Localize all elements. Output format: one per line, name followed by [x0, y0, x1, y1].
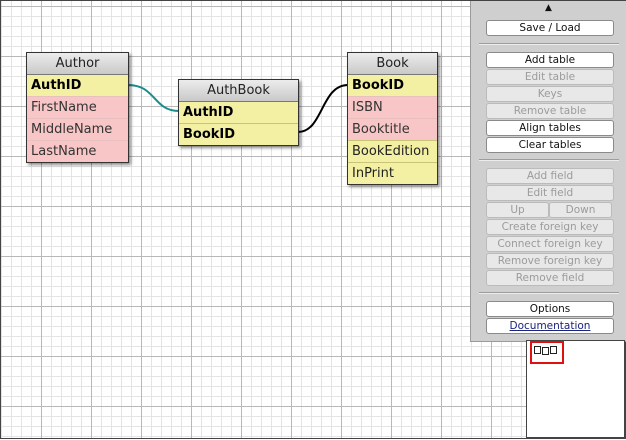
move-down-button[interactable]: Down: [549, 202, 612, 218]
field-row[interactable]: ISBN: [348, 96, 437, 118]
edit-table-button[interactable]: Edit table: [486, 69, 614, 85]
add-field-button[interactable]: Add field: [486, 168, 614, 184]
create-foreign-key-button[interactable]: Create foreign key: [486, 219, 614, 235]
clear-tables-button[interactable]: Clear tables: [486, 137, 614, 153]
minimap-table-author: [534, 346, 541, 354]
relation-author-authbook[interactable]: [127, 84, 180, 112]
edit-field-button[interactable]: Edit field: [486, 185, 614, 201]
table-authbook[interactable]: AuthBook AuthID BookID: [178, 79, 299, 146]
divider: [479, 43, 619, 45]
add-table-button[interactable]: Add table: [486, 52, 614, 68]
remove-field-button[interactable]: Remove field: [486, 270, 614, 286]
field-row[interactable]: Booktitle: [348, 118, 437, 140]
minimap-viewport[interactable]: [530, 341, 564, 364]
field-row[interactable]: LastName: [27, 140, 128, 162]
connect-foreign-key-button[interactable]: Connect foreign key: [486, 236, 614, 252]
field-row[interactable]: MiddleName: [27, 118, 128, 140]
minimap[interactable]: [526, 340, 625, 438]
control-panel: ▲ Save / Load Add table Edit table Keys …: [470, 1, 626, 342]
move-up-button[interactable]: Up: [486, 202, 549, 218]
field-row[interactable]: BookEdition: [348, 140, 437, 162]
field-row[interactable]: BookID: [348, 75, 437, 96]
collapse-arrow-icon[interactable]: ▲: [471, 3, 626, 13]
field-row[interactable]: AuthID: [27, 75, 128, 96]
field-row[interactable]: AuthID: [179, 102, 298, 123]
align-tables-button[interactable]: Align tables: [486, 120, 614, 136]
remove-foreign-key-button[interactable]: Remove foreign key: [486, 253, 614, 269]
table-book[interactable]: Book BookID ISBN Booktitle BookEdition I…: [347, 52, 438, 185]
keys-button[interactable]: Keys: [486, 86, 614, 102]
field-row[interactable]: FirstName: [27, 96, 128, 118]
minimap-table-book: [550, 346, 557, 354]
minimap-table-authbook: [542, 347, 549, 355]
remove-table-button[interactable]: Remove table: [486, 103, 614, 119]
field-row[interactable]: BookID: [179, 123, 298, 145]
documentation-link[interactable]: Documentation: [486, 318, 614, 334]
divider: [479, 159, 619, 161]
save-load-button[interactable]: Save / Load: [486, 20, 614, 36]
table-author[interactable]: Author AuthID FirstName MiddleName LastN…: [26, 52, 129, 163]
table-title[interactable]: AuthBook: [179, 80, 298, 102]
options-button[interactable]: Options: [486, 301, 614, 317]
field-row[interactable]: InPrint: [348, 162, 437, 184]
table-title[interactable]: Author: [27, 53, 128, 75]
divider: [479, 292, 619, 294]
relation-authbook-book[interactable]: [297, 84, 349, 133]
table-title[interactable]: Book: [348, 53, 437, 75]
